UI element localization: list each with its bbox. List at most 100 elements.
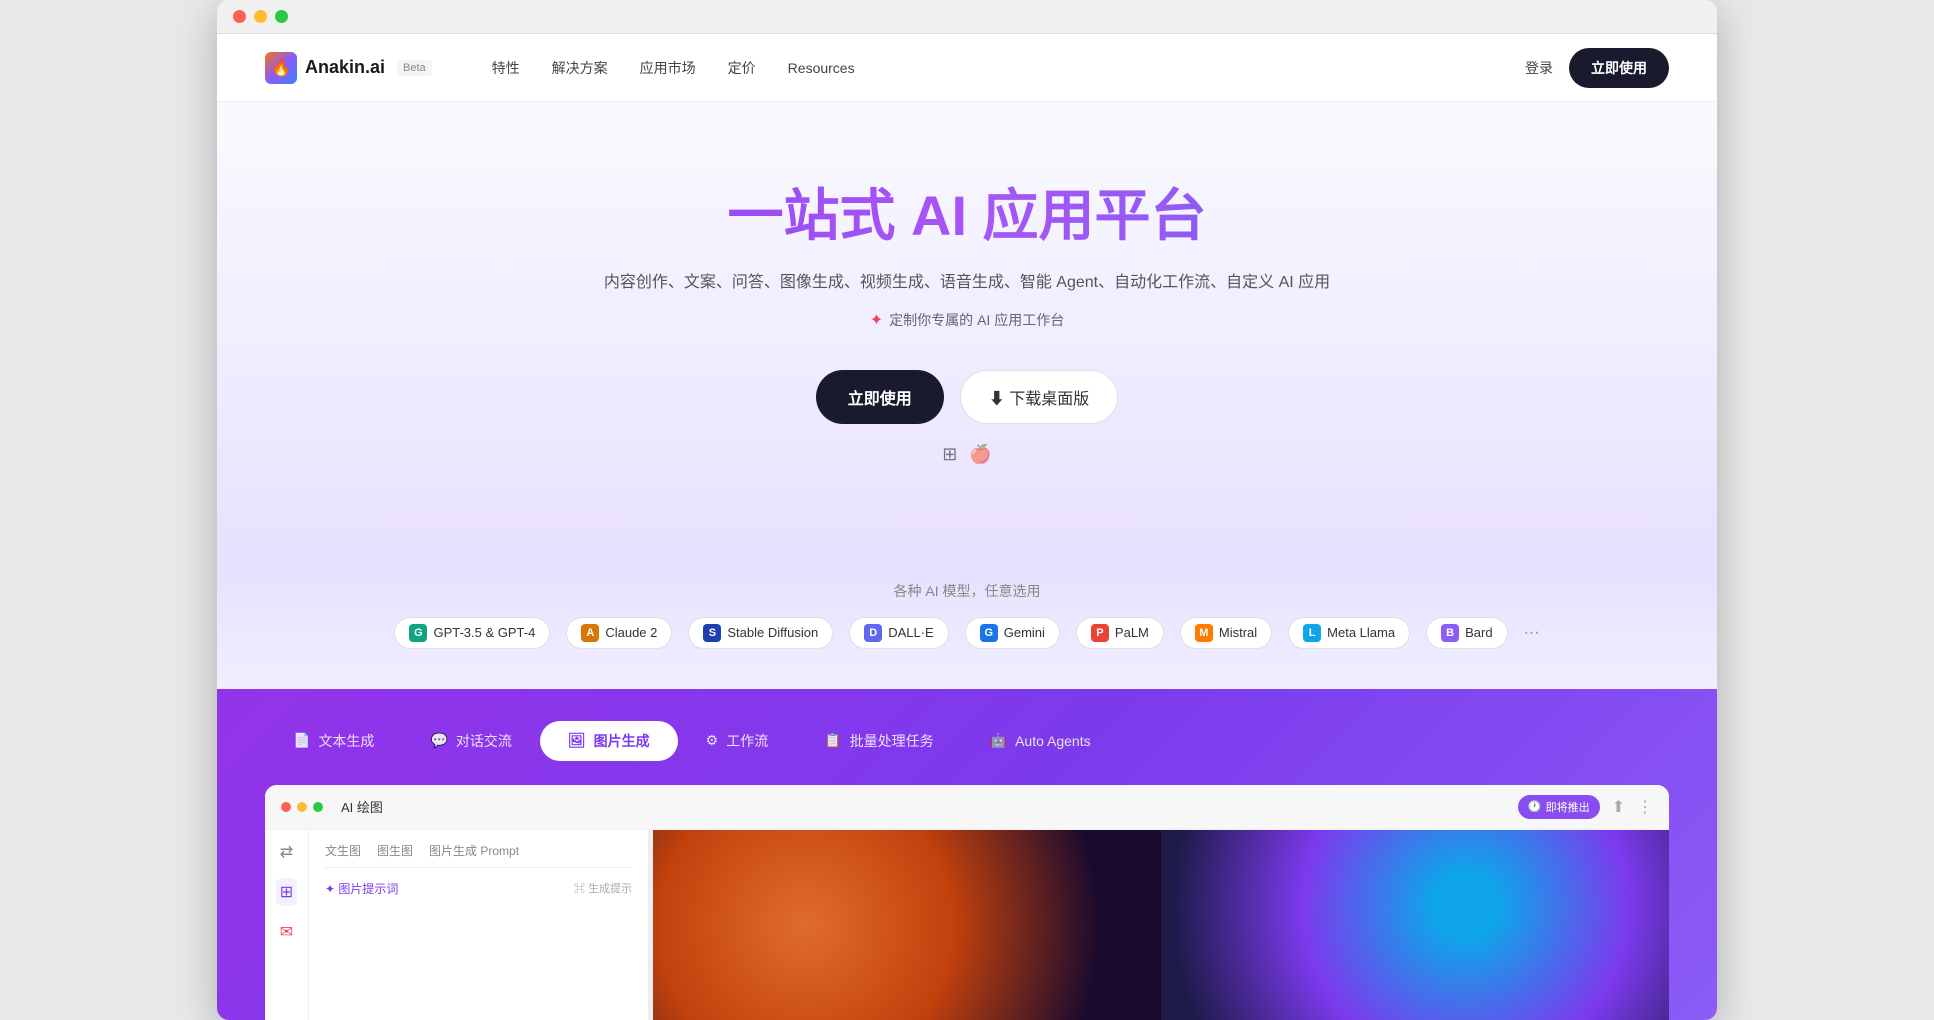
mail-icon[interactable]: ✉ (280, 922, 293, 942)
tab-agents[interactable]: 🤖 Auto Agents (962, 722, 1119, 759)
tab-image-generation[interactable]: 🖼 图片生成 (540, 721, 678, 761)
claude-label: Claude 2 (605, 625, 657, 640)
app-minimize-dot (297, 802, 307, 812)
app-body: ⇄ ⊞ ✉ 文生图 图生图 图片生成 Prompt ✦ 图片提示词 ⌘ 生成提示 (265, 830, 1669, 1020)
prompt-label: ✦ 图片提示词 (325, 880, 398, 897)
models-label: 各种 AI 模型，任意选用 (265, 581, 1669, 601)
text-gen-icon: 📄 (293, 732, 310, 749)
tab-text-gen-label: 文本生成 (318, 731, 374, 751)
stable-label: Stable Diffusion (727, 625, 818, 640)
subtab-img2img[interactable]: 图生图 (377, 842, 413, 859)
model-chip-mistral[interactable]: M Mistral (1180, 617, 1272, 649)
tab-workflow[interactable]: ⚙ 工作流 (678, 721, 797, 761)
hero-download-button[interactable]: ⬇ 下载桌面版 (960, 370, 1118, 424)
image-card-1 (653, 830, 1161, 1020)
share-icon[interactable]: ⬆ (1612, 797, 1625, 817)
swap-icon[interactable]: ⇄ (280, 842, 293, 862)
coming-soon-badge: 🕐 即将推出 (1518, 795, 1600, 819)
gpt-icon: G (409, 624, 427, 642)
dialogue-icon: 💬 (430, 732, 447, 749)
apple-icon: 🍎 (969, 444, 991, 465)
tab-workflow-label: 工作流 (726, 731, 768, 751)
subtab-prompt[interactable]: 图片生成 Prompt (429, 842, 519, 859)
cta-button[interactable]: 立即使用 (1569, 48, 1669, 88)
model-chip-llama[interactable]: L Meta Llama (1288, 617, 1410, 649)
grid-icon[interactable]: ⊞ (276, 878, 297, 906)
models-section: 各种 AI 模型，任意选用 G GPT-3.5 & GPT-4 A Claude… (217, 565, 1717, 689)
batch-icon: 📋 (824, 732, 841, 749)
sparkle-icon: ✦ (870, 310, 883, 330)
app-maximize-dot (313, 802, 323, 812)
hero-cta-button[interactable]: 立即使用 (816, 370, 944, 424)
dalle-label: DALL·E (888, 625, 934, 640)
hero-buttons: 立即使用 ⬇ 下载桌面版 (265, 370, 1669, 424)
maximize-dot[interactable] (275, 10, 288, 23)
app-preview-window: AI 绘图 🕐 即将推出 ⬆ ⋮ ⇄ ⊞ ✉ (265, 785, 1669, 1020)
logo-icon: 🔥 (265, 52, 297, 84)
nav-actions: 登录 立即使用 (1525, 48, 1669, 88)
subtab-text2img[interactable]: 文生图 (325, 842, 361, 859)
model-chip-gemini[interactable]: G Gemini (965, 617, 1060, 649)
browser-window: 🔥 Anakin.ai Beta 特性 解决方案 应用市场 定价 Resourc… (217, 0, 1717, 1020)
gemini-label: Gemini (1004, 625, 1045, 640)
model-chip-stable-diffusion[interactable]: S Stable Diffusion (688, 617, 833, 649)
tabs-row: 📄 文本生成 💬 对话交流 🖼 图片生成 ⚙ 工作流 📋 批量处理任务 🤖 (265, 721, 1669, 761)
claude-icon: A (581, 624, 599, 642)
windows-icon: ⊞ (942, 444, 957, 465)
tab-image-gen-label: 图片生成 (594, 731, 650, 751)
bottom-section: 📄 文本生成 💬 对话交流 🖼 图片生成 ⚙ 工作流 📋 批量处理任务 🤖 (217, 689, 1717, 1020)
app-sidebar: ⇄ ⊞ ✉ (265, 830, 309, 1020)
app-title: AI 绘图 (341, 797, 383, 816)
hero-subtitle: 内容创作、文案、问答、图像生成、视频生成、语音生成、智能 Agent、自动化工作… (265, 269, 1669, 298)
app-left-panel: 文生图 图生图 图片生成 Prompt ✦ 图片提示词 ⌘ 生成提示 (309, 830, 649, 1020)
tab-dialogue[interactable]: 💬 对话交流 (402, 721, 539, 761)
nav-item-pricing[interactable]: 定价 (728, 58, 756, 78)
close-dot[interactable] (233, 10, 246, 23)
model-chip-palm[interactable]: P PaLM (1076, 617, 1164, 649)
workflow-icon: ⚙ (706, 732, 719, 749)
llama-label: Meta Llama (1327, 625, 1395, 640)
dalle-icon: D (864, 624, 882, 642)
nav-links: 特性 解决方案 应用市场 定价 Resources (492, 58, 1525, 78)
app-sub-tabs: 文生图 图生图 图片生成 Prompt (325, 842, 632, 868)
hero-title: 一站式 AI 应用平台 (265, 182, 1669, 249)
browser-titlebar (217, 0, 1717, 34)
image-gen-icon: 🖼 (568, 732, 586, 749)
login-button[interactable]: 登录 (1525, 58, 1553, 78)
palm-label: PaLM (1115, 625, 1149, 640)
prompt-row: ✦ 图片提示词 ⌘ 生成提示 (325, 880, 632, 897)
app-image-area (653, 830, 1669, 1020)
tab-batch[interactable]: 📋 批量处理任务 (796, 721, 961, 761)
model-chip-bard[interactable]: B Bard (1426, 617, 1507, 649)
bard-icon: B (1441, 624, 1459, 642)
model-chip-claude[interactable]: A Claude 2 (566, 617, 672, 649)
image-card-2 (1161, 830, 1669, 1020)
tagline-text: 定制你专属的 AI 应用工作台 (889, 310, 1064, 330)
nav-item-features[interactable]: 特性 (492, 58, 520, 78)
mistral-icon: M (1195, 624, 1213, 642)
gemini-icon: G (980, 624, 998, 642)
logo-area: 🔥 Anakin.ai Beta (265, 52, 432, 84)
nav-item-appmarket[interactable]: 应用市场 (640, 58, 696, 78)
stable-icon: S (703, 624, 721, 642)
models-list: G GPT-3.5 & GPT-4 A Claude 2 S Stable Di… (265, 617, 1669, 649)
generate-hint: ⌘ 生成提示 (574, 880, 632, 896)
more-options-icon[interactable]: ⋮ (1637, 797, 1653, 817)
minimize-dot[interactable] (254, 10, 267, 23)
palm-icon: P (1091, 624, 1109, 642)
tab-batch-label: 批量处理任务 (850, 731, 934, 751)
mistral-label: Mistral (1219, 625, 1257, 640)
coming-soon-text: 即将推出 (1546, 799, 1590, 815)
navbar: 🔥 Anakin.ai Beta 特性 解决方案 应用市场 定价 Resourc… (217, 34, 1717, 102)
hero-section: 一站式 AI 应用平台 内容创作、文案、问答、图像生成、视频生成、语音生成、智能… (217, 102, 1717, 565)
more-models-icon: ··· (1524, 624, 1540, 642)
app-close-dot (281, 802, 291, 812)
logo-text: Anakin.ai (305, 57, 385, 78)
app-titlebar-right: 🕐 即将推出 ⬆ ⋮ (1518, 795, 1653, 819)
model-chip-dalle[interactable]: D DALL·E (849, 617, 949, 649)
model-chip-gpt[interactable]: G GPT-3.5 & GPT-4 (394, 617, 550, 649)
app-titlebar-left: AI 绘图 (281, 797, 383, 816)
tab-text-generation[interactable]: 📄 文本生成 (265, 721, 402, 761)
nav-item-solutions[interactable]: 解决方案 (552, 58, 608, 78)
nav-item-resources[interactable]: Resources (788, 60, 855, 76)
